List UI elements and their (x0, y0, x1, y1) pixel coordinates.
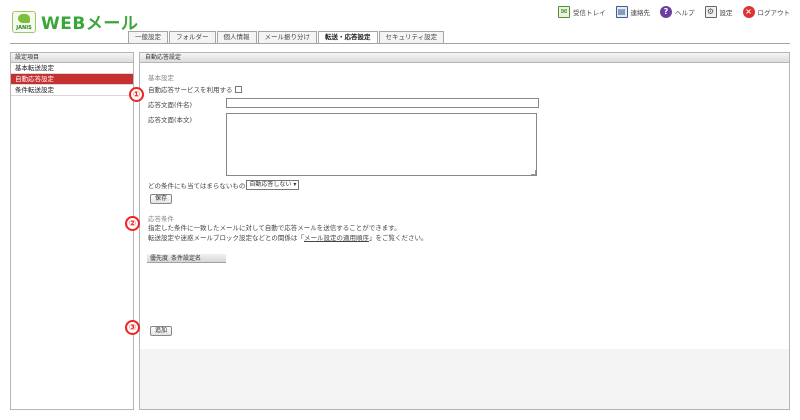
add-condition-button[interactable]: 追加 (150, 326, 173, 336)
conditions-info-line2: 転送設定や迷惑メールブロック設定などとの関係は「メール設定の適用順序」をご覧くだ… (148, 233, 427, 243)
address-book-link-label: 連絡先 (630, 9, 651, 17)
conditions-table-header: 優先度 条件設定名 (147, 254, 226, 263)
annotation-marker-3: ③ (125, 320, 140, 335)
app-title: WEBメール (41, 14, 139, 34)
body-label: 応答文面(本文) (148, 116, 193, 124)
col-priority: 優先度 (150, 255, 169, 262)
logo-badge: JANIS (12, 10, 36, 33)
logo-badge-text: JANIS (16, 24, 32, 31)
basic-section-label: 基本設定 (148, 74, 174, 82)
main-panel-header: 自動応答設定 (140, 53, 789, 63)
col-condition-name: 条件設定名 (171, 255, 202, 262)
tabs-divider (10, 43, 790, 44)
address-book-link[interactable]: ▤ 連絡先 (615, 6, 651, 18)
tab-general[interactable]: 一般設定 (128, 31, 168, 43)
inbox-icon: ✉ (558, 6, 570, 18)
leaf-icon (18, 13, 30, 23)
inbox-link[interactable]: ✉ 受信トレイ (558, 6, 606, 18)
tab-security[interactable]: セキュリティ設定 (378, 31, 445, 43)
settings-link[interactable]: ⚙ 設定 (704, 6, 733, 18)
help-icon: ? (660, 6, 672, 18)
logout-icon: × (742, 6, 755, 18)
top-links: ✉ 受信トレイ ▤ 連絡先 ? ヘルプ ⚙ 設定 × ログアウト (558, 6, 790, 18)
enable-auto-reply-checkbox[interactable] (234, 85, 242, 93)
enable-auto-reply-label: 自動応答サービスを利用する (148, 86, 233, 94)
fallback-row: どの条件にも当てはまらないもの 自動応答しない ▾ (148, 180, 300, 190)
sidebar-item-auto-reply[interactable]: 自動応答設定 (11, 74, 133, 85)
logout-link[interactable]: × ログアウト (742, 6, 791, 18)
info-prefix: 転送設定や迷惑メールブロック設定などとの関係は「 (148, 234, 304, 242)
auto-reply-content: 基本設定 自動応答サービスを利用する 応答文面(件名) 応答文面(本文) どの条… (140, 63, 789, 349)
app-logo: JANIS WEBメール (12, 9, 138, 34)
settings-link-label: 設定 (719, 9, 733, 17)
fallback-select-value: 自動応答しない (249, 181, 292, 188)
settings-icon: ⚙ (704, 6, 717, 18)
logout-link-label: ログアウト (757, 9, 791, 17)
body-textarea[interactable] (226, 113, 537, 176)
fallback-label: どの条件にも当てはまらないもの (148, 182, 246, 190)
body-textarea-wrap (226, 113, 537, 176)
conditions-section-label: 応答条件 (148, 215, 174, 223)
info-suffix: 」をご覧ください。 (368, 234, 428, 242)
annotation-marker-2: ② (125, 216, 140, 231)
tab-personal-info[interactable]: 個人情報 (216, 31, 257, 43)
resize-grip-icon[interactable] (531, 170, 536, 175)
help-link[interactable]: ? ヘルプ (660, 6, 695, 18)
tab-mail-filter[interactable]: メール振り分け (257, 31, 317, 43)
apply-order-link[interactable]: メール設定の適用順序 (304, 234, 369, 242)
auto-reply-panel: 自動応答設定 基本設定 自動応答サービスを利用する 応答文面(件名) 応答文面(… (139, 52, 790, 410)
save-button[interactable]: 保存 (150, 194, 173, 204)
inbox-link-label: 受信トレイ (573, 9, 606, 17)
sidebar-header: 設定項目 (11, 53, 133, 63)
settings-sidebar: 設定項目 基本転送設定 自動応答設定 条件転送設定 (10, 52, 134, 410)
tab-folders[interactable]: フォルダー (169, 31, 216, 43)
fallback-select[interactable]: 自動応答しない ▾ (246, 180, 300, 190)
subject-input[interactable] (226, 98, 539, 108)
help-link-label: ヘルプ (675, 9, 695, 17)
enable-row: 自動応答サービスを利用する (148, 84, 242, 94)
address-book-icon: ▤ (615, 6, 628, 18)
chevron-down-icon: ▾ (293, 181, 297, 188)
sidebar-item-basic-forward[interactable]: 基本転送設定 (11, 63, 133, 74)
conditions-info-line1: 指定した条件に一致したメールに対して自動で応答メールを送信することができます。 (148, 224, 401, 232)
subject-label: 応答文面(件名) (148, 101, 193, 109)
annotation-marker-1: ① (129, 87, 144, 102)
sidebar-item-conditional-forward[interactable]: 条件転送設定 (11, 85, 133, 96)
